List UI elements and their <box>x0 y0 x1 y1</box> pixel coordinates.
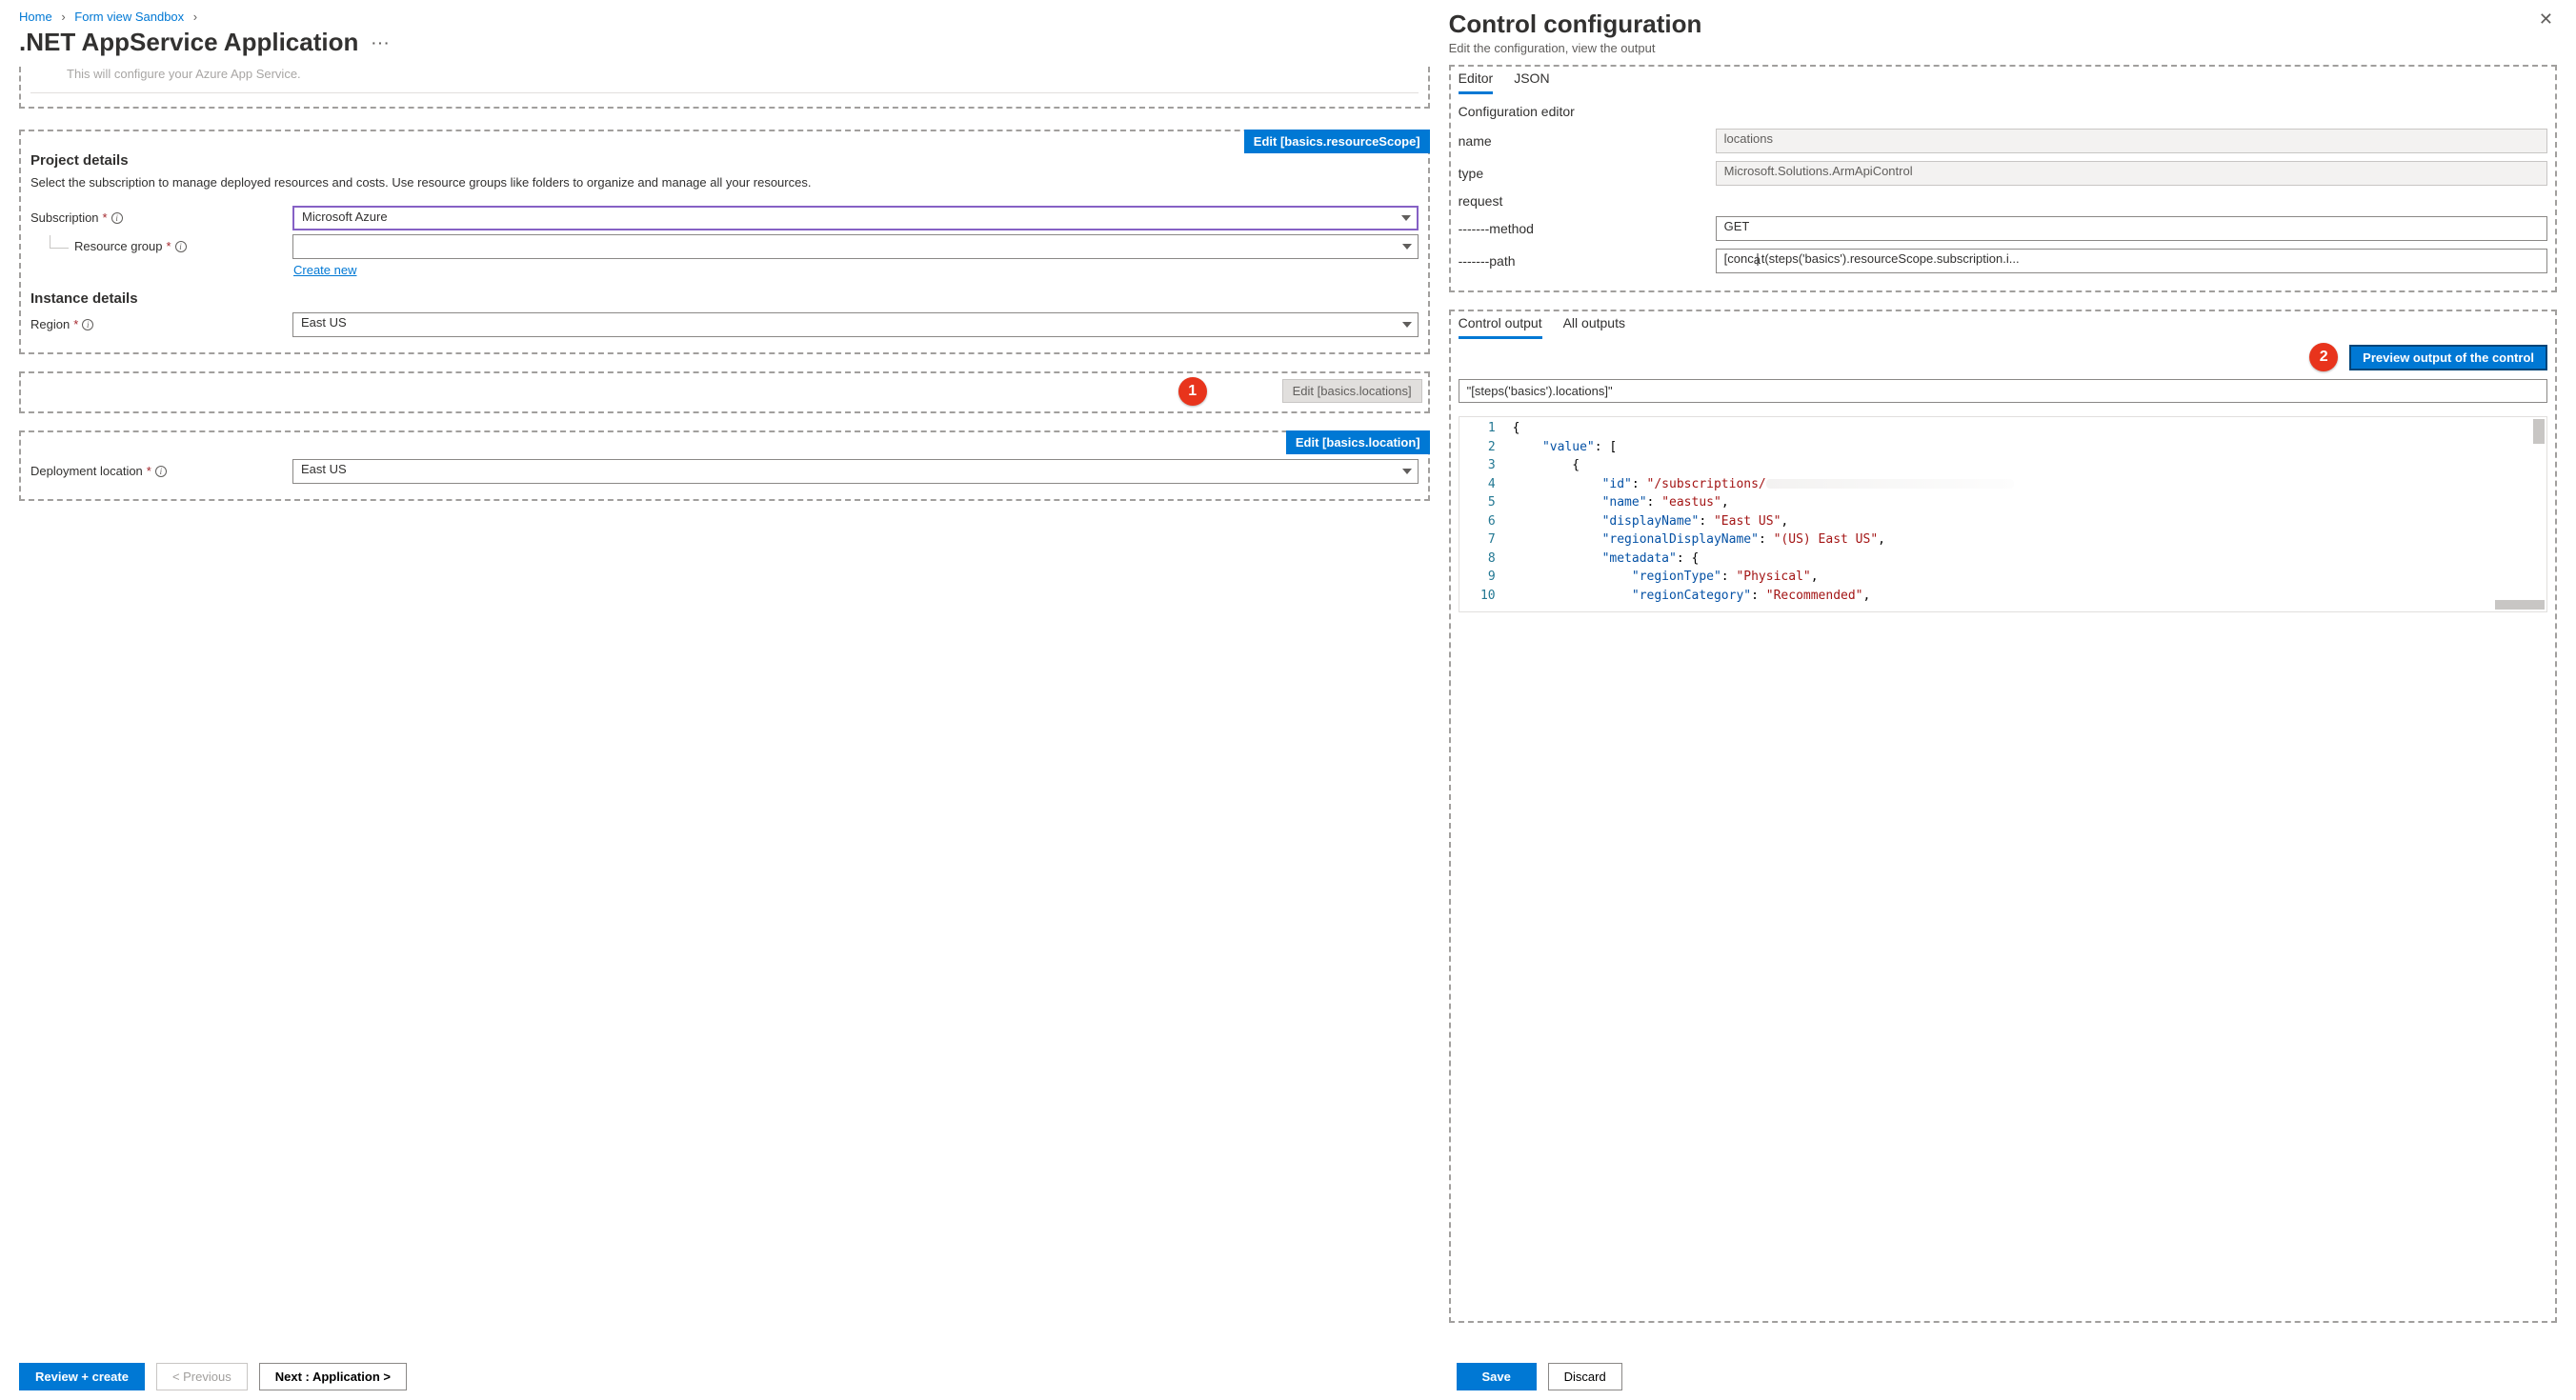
code-gutter: 12345678910 <box>1459 417 1509 611</box>
deployment-location-select[interactable]: East US <box>292 459 1419 484</box>
chevron-down-icon <box>1402 469 1412 474</box>
wizard-footer: Review + create < Previous Next : Applic… <box>19 1340 1430 1390</box>
chevron-down-icon <box>1402 322 1412 328</box>
required-icon: * <box>167 239 171 253</box>
subscription-label: Subscription <box>30 210 99 225</box>
info-icon[interactable]: i <box>82 319 93 330</box>
discard-button[interactable]: Discard <box>1548 1363 1622 1390</box>
breadcrumb-sandbox[interactable]: Form view Sandbox <box>74 10 184 24</box>
prop-path-label: -------path <box>1459 253 1716 269</box>
output-expression-input[interactable]: "[steps('basics').locations]" <box>1459 379 2547 403</box>
callout-badge-2: 2 <box>2309 343 2338 371</box>
control-output-box: Control output All outputs 2 Preview out… <box>1449 310 2557 1323</box>
subscription-select[interactable]: Microsoft Azure <box>292 206 1419 230</box>
required-icon: * <box>147 464 151 478</box>
info-icon[interactable]: i <box>155 466 167 477</box>
next-button[interactable]: Next : Application > <box>259 1363 407 1390</box>
intro-box: This will configure your Azure App Servi… <box>19 67 1430 109</box>
info-icon[interactable]: i <box>111 212 123 224</box>
tab-editor[interactable]: Editor <box>1459 70 1494 94</box>
region-select[interactable]: East US <box>292 312 1419 337</box>
prop-type-label: type <box>1459 166 1716 181</box>
panel-subtitle: Edit the configuration, view the output <box>1449 41 2557 55</box>
tab-control-output[interactable]: Control output <box>1459 315 1542 339</box>
close-icon[interactable]: ✕ <box>2535 10 2557 30</box>
page-title: .NET AppService Application <box>19 28 358 57</box>
save-button[interactable]: Save <box>1457 1363 1537 1390</box>
locations-box: 1 Edit [basics.locations] <box>19 371 1430 413</box>
prop-name-label: name <box>1459 133 1716 149</box>
region-value: East US <box>301 315 347 330</box>
required-icon: * <box>103 210 108 225</box>
resource-group-label: Resource group <box>74 239 163 253</box>
resource-scope-box: Edit [basics.resourceScope] Project deta… <box>19 130 1430 354</box>
code-content: { "value": [ { "id": "/subscriptions/ "n… <box>1509 417 2546 611</box>
left-pane: Home › Form view Sandbox › .NET AppServi… <box>0 0 1449 1400</box>
horizontal-scrollbar[interactable] <box>2495 600 2545 610</box>
panel-title: Control configuration <box>1449 10 1702 39</box>
prop-path-input[interactable]: [concat(steps('basics').resourceScope.su… <box>1716 249 2547 273</box>
chevron-down-icon <box>1401 215 1411 221</box>
tab-all-outputs[interactable]: All outputs <box>1563 315 1625 339</box>
blurred-text <box>1766 479 2014 489</box>
create-new-link[interactable]: Create new <box>293 263 356 277</box>
config-editor-heading: Configuration editor <box>1459 104 2555 119</box>
breadcrumb: Home › Form view Sandbox › <box>19 10 1430 24</box>
info-icon[interactable]: i <box>175 241 187 252</box>
review-create-button[interactable]: Review + create <box>19 1363 145 1390</box>
region-label: Region <box>30 317 70 331</box>
config-editor-box: Editor JSON Configuration editor name lo… <box>1449 65 2557 292</box>
instance-details-heading: Instance details <box>30 290 1419 307</box>
prop-request-label: request <box>1459 193 1716 209</box>
prop-type-input: Microsoft.Solutions.ArmApiControl <box>1716 161 2547 186</box>
tab-json[interactable]: JSON <box>1514 70 1549 94</box>
prop-name-input: locations <box>1716 129 2547 153</box>
breadcrumb-home[interactable]: Home <box>19 10 52 24</box>
deployment-location-label: Deployment location <box>30 464 143 478</box>
deployment-location-value: East US <box>301 462 347 476</box>
edit-locations-button[interactable]: Edit [basics.locations] <box>1282 379 1422 403</box>
more-icon[interactable]: ··· <box>372 35 391 50</box>
code-viewer[interactable]: 12345678910 { "value": [ { "id": "/subsc… <box>1459 416 2547 612</box>
project-details-heading: Project details <box>30 152 1419 169</box>
location-box: Edit [basics.location] Deployment locati… <box>19 430 1430 501</box>
prop-method-input[interactable]: GET <box>1716 216 2547 241</box>
callout-badge-1: 1 <box>1178 377 1207 406</box>
required-icon: * <box>73 317 78 331</box>
preview-output-button[interactable]: Preview output of the control <box>2349 345 2547 370</box>
chevron-right-icon: › <box>193 10 197 24</box>
panel-footer: Save Discard <box>1449 1340 2557 1390</box>
edit-resource-scope-button[interactable]: Edit [basics.resourceScope] <box>1244 130 1430 153</box>
chevron-right-icon: › <box>61 10 65 24</box>
subscription-value: Microsoft Azure <box>302 210 388 224</box>
right-pane: Control configuration ✕ Edit the configu… <box>1449 0 2576 1400</box>
intro-text: This will configure your Azure App Servi… <box>67 67 1419 81</box>
resource-group-select[interactable] <box>292 234 1419 259</box>
prop-method-label: -------method <box>1459 221 1716 236</box>
previous-button[interactable]: < Previous <box>156 1363 248 1390</box>
chevron-down-icon <box>1402 244 1412 250</box>
tree-line-icon <box>50 235 69 249</box>
project-details-desc: Select the subscription to manage deploy… <box>30 174 1419 192</box>
vertical-scrollbar[interactable] <box>2533 419 2545 444</box>
edit-location-button[interactable]: Edit [basics.location] <box>1286 430 1430 454</box>
